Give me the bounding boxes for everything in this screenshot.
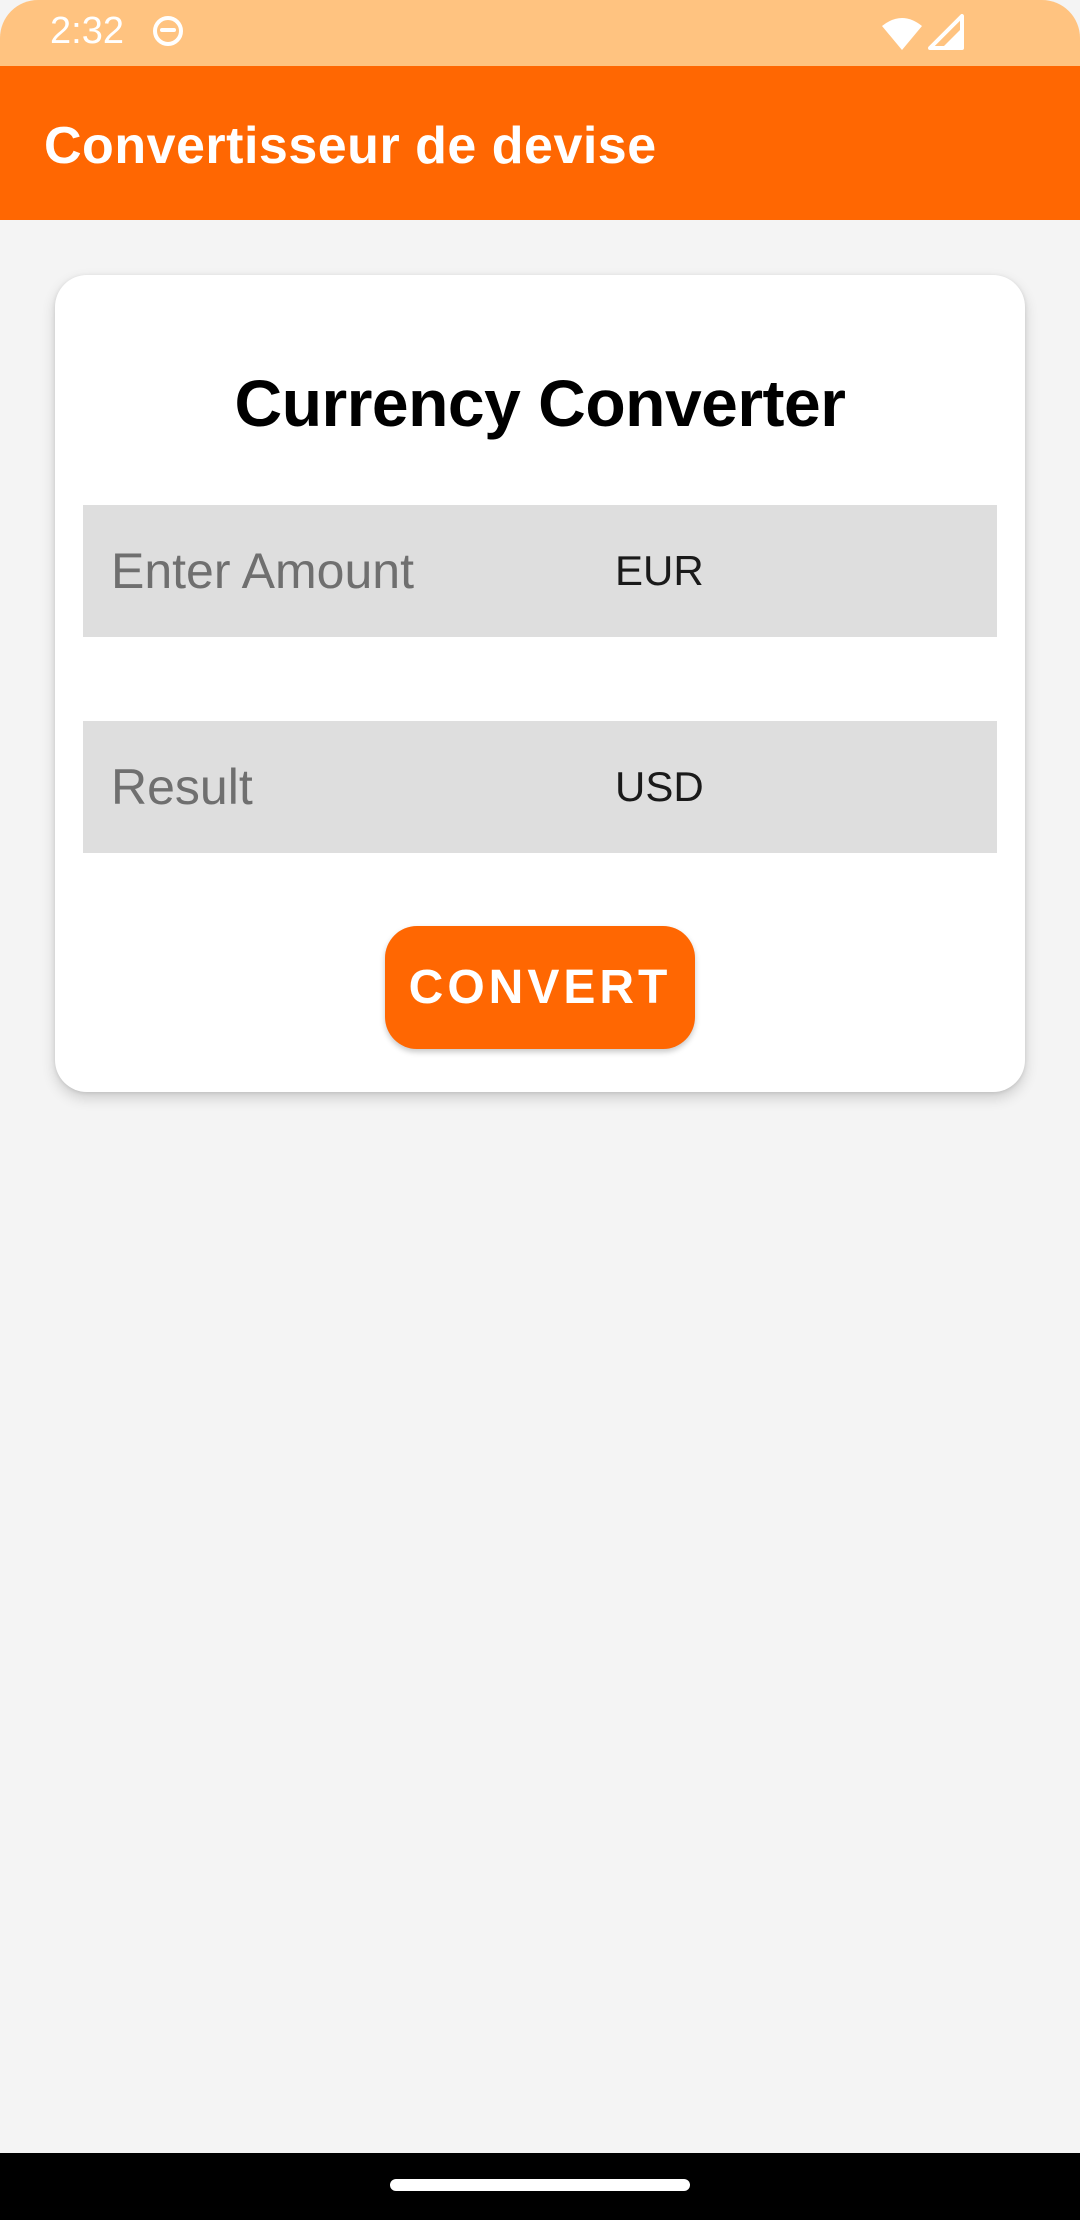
page-title: Currency Converter xyxy=(234,366,846,440)
face-icon xyxy=(153,16,183,46)
converter-card: Currency Converter EUR USD CONVERT xyxy=(55,275,1025,1092)
app-bar: Convertisseur de devise xyxy=(0,66,1080,220)
cellular-signal-icon xyxy=(928,14,964,50)
status-time: 2:32 xyxy=(50,10,124,52)
result-field[interactable] xyxy=(83,721,543,853)
result-row[interactable]: USD xyxy=(83,721,997,853)
wifi-icon xyxy=(882,18,922,50)
navigation-bar xyxy=(0,2153,1080,2220)
amount-row[interactable]: EUR xyxy=(83,505,997,637)
convert-button[interactable]: CONVERT xyxy=(385,926,695,1049)
target-currency-label: USD xyxy=(615,763,704,810)
app-title: Convertisseur de devise xyxy=(44,117,657,175)
home-handle[interactable] xyxy=(390,2179,690,2191)
status-bar: 2:32 xyxy=(0,0,1080,66)
source-currency-label: EUR xyxy=(615,547,704,594)
amount-input[interactable] xyxy=(83,505,543,637)
